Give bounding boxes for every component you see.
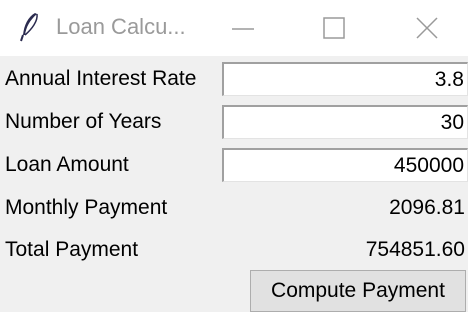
monthly-payment-label: Monthly Payment bbox=[5, 196, 168, 219]
close-icon bbox=[416, 17, 438, 39]
loan-calculator-window: Loan Calcu... Annual Interest Rate Numbe… bbox=[0, 0, 468, 312]
years-input[interactable] bbox=[222, 105, 468, 139]
maximize-icon bbox=[323, 17, 345, 39]
loan-amount-input[interactable] bbox=[222, 148, 468, 182]
maximize-button[interactable] bbox=[289, 0, 381, 56]
window-title: Loan Calcu... bbox=[56, 14, 186, 39]
interest-rate-label: Annual Interest Rate bbox=[5, 67, 197, 90]
title-bar[interactable]: Loan Calcu... bbox=[0, 0, 468, 56]
interest-rate-input[interactable] bbox=[222, 62, 468, 96]
loan-amount-label: Loan Amount bbox=[5, 153, 129, 176]
total-payment-value: 754851.60 bbox=[365, 238, 465, 261]
feather-icon bbox=[18, 11, 40, 43]
close-button[interactable] bbox=[381, 0, 468, 56]
total-payment-label: Total Payment bbox=[5, 238, 139, 261]
years-label: Number of Years bbox=[5, 110, 162, 133]
minimize-button[interactable] bbox=[197, 0, 289, 56]
minimize-icon bbox=[232, 28, 254, 30]
compute-payment-button[interactable]: Compute Payment bbox=[250, 270, 466, 312]
monthly-payment-value: 2096.81 bbox=[389, 196, 465, 219]
